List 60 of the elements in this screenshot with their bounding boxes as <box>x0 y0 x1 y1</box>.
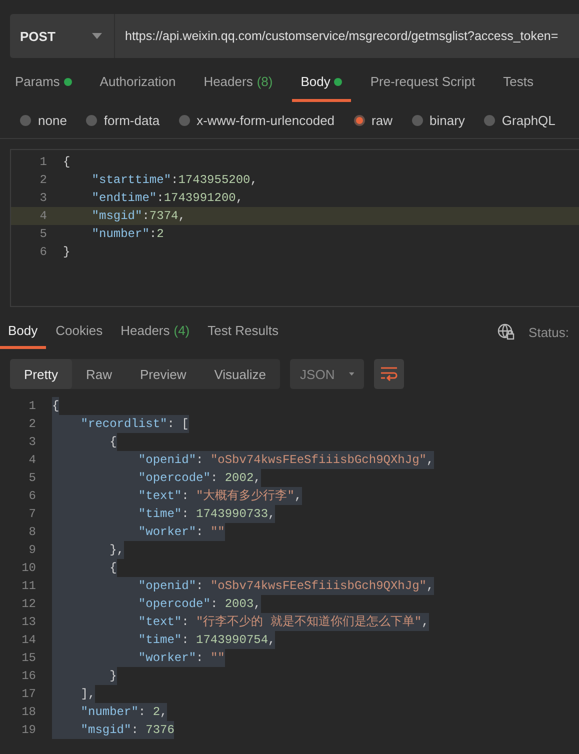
line-number: 6 <box>28 489 37 503</box>
body-type-radio[interactable]: x-www-form-urlencoded <box>178 112 335 128</box>
line-number: 13 <box>20 615 37 629</box>
view-mode-tab[interactable]: Raw <box>72 359 126 389</box>
response-tab[interactable]: Body <box>0 315 46 349</box>
view-mode-tab[interactable]: Visualize <box>200 359 280 389</box>
request-tab[interactable]: Authorization <box>90 64 185 102</box>
body-type-radio[interactable]: none <box>20 112 67 128</box>
line-number: 19 <box>20 723 37 737</box>
wrap-lines-button[interactable] <box>374 359 404 389</box>
request-tab[interactable]: Headers (8) <box>194 64 282 102</box>
line-number: 11 <box>20 579 37 593</box>
request-tab[interactable]: Tests <box>494 64 542 102</box>
request-tab[interactable]: Pre-request Script <box>361 64 484 102</box>
code-line: { <box>63 154 70 171</box>
line-number: 3 <box>38 191 48 205</box>
line-number: 1 <box>38 155 48 169</box>
line-number: 8 <box>28 525 37 539</box>
line-number: 2 <box>38 173 48 187</box>
line-number: 7 <box>28 507 37 521</box>
method-dropdown[interactable]: POST <box>10 14 114 58</box>
line-number: 2 <box>28 417 37 431</box>
code-line: "endtime":1743991200, <box>90 190 244 207</box>
status-label: Status: <box>528 324 570 340</box>
request-tab[interactable]: Body <box>292 64 352 102</box>
body-type-radio[interactable]: raw <box>354 112 392 128</box>
wrap-icon <box>380 366 398 382</box>
request-tab[interactable]: Params <box>6 64 81 102</box>
line-number: 4 <box>38 209 48 223</box>
line-number: 16 <box>20 669 37 683</box>
line-number: 17 <box>20 687 37 701</box>
response-tab[interactable]: Cookies <box>48 315 111 349</box>
code-line: "msgid":7374, <box>90 208 186 225</box>
line-number: 6 <box>38 245 48 259</box>
body-type-radio[interactable]: form-data <box>86 112 160 128</box>
line-number: 4 <box>28 453 37 467</box>
view-mode-tab[interactable]: Pretty <box>10 359 72 389</box>
body-type-radio[interactable]: GraphQL <box>484 112 556 128</box>
line-number: 14 <box>20 633 37 647</box>
line-number: 15 <box>20 651 37 665</box>
line-number: 12 <box>20 597 37 611</box>
response-tab[interactable]: Test Results <box>200 315 286 349</box>
caret-icon <box>92 33 102 39</box>
line-number: 9 <box>28 543 37 557</box>
line-number: 18 <box>20 705 37 719</box>
response-tab[interactable]: Headers (4) <box>112 315 198 349</box>
url-field[interactable]: https://api.weixin.qq.com/customservice/msgrecord/getmsglist?access_token= <box>114 14 579 58</box>
code-line: "starttime":1743955200, <box>90 172 258 189</box>
line-number: 5 <box>38 227 48 241</box>
code-line: } <box>63 244 70 261</box>
globe-lock-icon[interactable] <box>496 323 515 341</box>
line-number: 3 <box>28 435 37 449</box>
line-number: 5 <box>28 471 37 485</box>
line-number: 10 <box>20 561 37 575</box>
request-body-editor[interactable]: 1 { 2 "starttime":1743955200, 3 "endtime":1743991200, 4 "msgid":7374, 5 "number":2 6 } <box>10 149 579 307</box>
code-line: "number":2 <box>90 226 164 243</box>
caret-icon <box>348 371 354 377</box>
view-mode-tab[interactable]: Preview <box>126 359 200 389</box>
body-type-radio[interactable]: binary <box>412 112 465 128</box>
line-number: 1 <box>28 399 37 413</box>
